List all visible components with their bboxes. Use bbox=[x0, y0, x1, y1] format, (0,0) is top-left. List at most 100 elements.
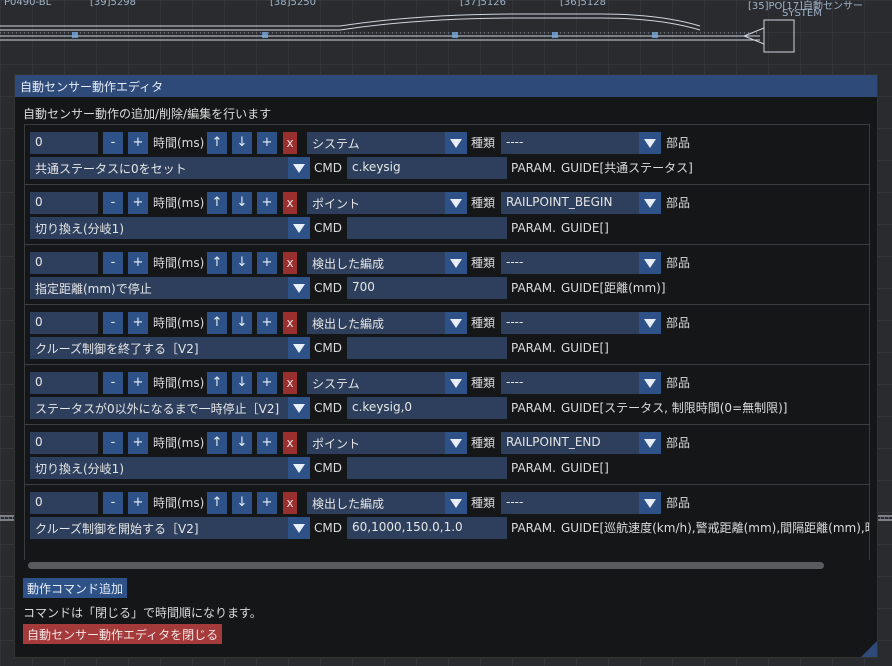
action-select[interactable]: クルーズ制御を開始する［V2] bbox=[30, 517, 310, 539]
insert-row-button[interactable]: + bbox=[257, 192, 277, 214]
delete-row-button[interactable]: x bbox=[283, 252, 297, 274]
move-up-button[interactable]: ↑ bbox=[207, 432, 227, 454]
scrollbar-thumb[interactable] bbox=[28, 562, 824, 569]
part-select[interactable]: RAILPOINT_END bbox=[501, 432, 661, 454]
delete-row-button[interactable]: x bbox=[283, 132, 297, 154]
time-input[interactable]: 0 bbox=[30, 312, 98, 334]
time-increment-button[interactable]: + bbox=[128, 192, 148, 214]
action-select[interactable]: 指定距離(mm)で停止 bbox=[30, 277, 310, 299]
insert-row-button[interactable]: + bbox=[257, 252, 277, 274]
insert-row-button[interactable]: + bbox=[257, 312, 277, 334]
category-select[interactable]: ポイント bbox=[307, 192, 467, 214]
param-label: PARAM. bbox=[511, 461, 556, 475]
move-down-button[interactable]: ↓ bbox=[232, 372, 252, 394]
action-list[interactable]: 0 - + 時間(ms) ↑ ↓ + x システム 種類 ---- 部品 共通ス… bbox=[24, 124, 870, 572]
chevron-down-icon bbox=[288, 337, 310, 359]
time-decrement-button[interactable]: - bbox=[103, 312, 123, 334]
time-decrement-button[interactable]: - bbox=[103, 192, 123, 214]
category-select[interactable]: ポイント bbox=[307, 432, 467, 454]
cmd-input[interactable]: c.keysig bbox=[347, 157, 507, 179]
move-down-button[interactable]: ↓ bbox=[232, 432, 252, 454]
part-select[interactable]: ---- bbox=[501, 372, 661, 394]
move-down-button[interactable]: ↓ bbox=[232, 492, 252, 514]
move-up-button[interactable]: ↑ bbox=[207, 252, 227, 274]
action-select[interactable]: 切り換え(分岐1) bbox=[30, 217, 310, 239]
move-down-button[interactable]: ↓ bbox=[232, 192, 252, 214]
time-increment-button[interactable]: + bbox=[128, 372, 148, 394]
param-guide: GUIDE[] bbox=[561, 461, 609, 475]
param-label: PARAM. bbox=[511, 281, 556, 295]
time-increment-button[interactable]: + bbox=[128, 312, 148, 334]
part-value: RAILPOINT_BEGIN bbox=[506, 195, 613, 209]
category-select[interactable]: システム bbox=[307, 372, 467, 394]
time-input[interactable]: 0 bbox=[30, 432, 98, 454]
window-title[interactable]: 自動センサー動作エディタ bbox=[15, 75, 877, 97]
part-value: ---- bbox=[506, 135, 524, 149]
insert-row-button[interactable]: + bbox=[257, 132, 277, 154]
param-guide: GUIDE[距離(mm)] bbox=[561, 281, 666, 295]
time-label: 時間(ms) bbox=[153, 376, 205, 390]
part-select[interactable]: ---- bbox=[501, 492, 661, 514]
part-select[interactable]: RAILPOINT_BEGIN bbox=[501, 192, 661, 214]
time-decrement-button[interactable]: - bbox=[103, 372, 123, 394]
time-label: 時間(ms) bbox=[153, 256, 205, 270]
action-select[interactable]: ステータスが0以外になるまで一時停止［V2] bbox=[30, 397, 310, 419]
time-input[interactable]: 0 bbox=[30, 192, 98, 214]
category-value: システム bbox=[312, 137, 360, 151]
chevron-down-icon bbox=[639, 192, 661, 214]
move-up-button[interactable]: ↑ bbox=[207, 492, 227, 514]
insert-row-button[interactable]: + bbox=[257, 372, 277, 394]
cmd-input[interactable]: c.keysig,0 bbox=[347, 397, 507, 419]
category-select[interactable]: 検出した編成 bbox=[307, 312, 467, 334]
delete-row-button[interactable]: x bbox=[283, 372, 297, 394]
category-select[interactable]: 検出した編成 bbox=[307, 252, 467, 274]
time-input[interactable]: 0 bbox=[30, 252, 98, 274]
time-input[interactable]: 0 bbox=[30, 372, 98, 394]
insert-row-button[interactable]: + bbox=[257, 492, 277, 514]
time-increment-button[interactable]: + bbox=[128, 132, 148, 154]
horizontal-scrollbar[interactable] bbox=[24, 560, 870, 572]
sensor-action-editor-window: 自動センサー動作エディタ 自動センサー動作の追加/削除/編集を行います 0 - … bbox=[14, 74, 878, 658]
cmd-input[interactable] bbox=[347, 337, 507, 359]
action-select[interactable]: クルーズ制御を終了する［V2] bbox=[30, 337, 310, 359]
cmd-input[interactable]: 60,1000,150.0,1.0 bbox=[347, 517, 507, 539]
delete-row-button[interactable]: x bbox=[283, 312, 297, 334]
time-decrement-button[interactable]: - bbox=[103, 492, 123, 514]
close-editor-button[interactable]: 自動センサー動作エディタを閉じる bbox=[23, 624, 223, 644]
move-up-button[interactable]: ↑ bbox=[207, 192, 227, 214]
add-action-command-button[interactable]: 動作コマンド追加 bbox=[23, 578, 128, 598]
move-up-button[interactable]: ↑ bbox=[207, 312, 227, 334]
kind-label: 種類 bbox=[471, 136, 496, 150]
time-increment-button[interactable]: + bbox=[128, 492, 148, 514]
cmd-input[interactable] bbox=[347, 217, 507, 239]
move-down-button[interactable]: ↓ bbox=[232, 252, 252, 274]
time-decrement-button[interactable]: - bbox=[103, 432, 123, 454]
delete-row-button[interactable]: x bbox=[283, 432, 297, 454]
delete-row-button[interactable]: x bbox=[283, 192, 297, 214]
resize-grip[interactable] bbox=[861, 641, 877, 657]
action-select[interactable]: 共通ステータスに0をセット bbox=[30, 157, 310, 179]
category-value: ポイント bbox=[312, 437, 361, 451]
category-select[interactable]: システム bbox=[307, 132, 467, 154]
cmd-input[interactable] bbox=[347, 457, 507, 479]
move-up-button[interactable]: ↑ bbox=[207, 132, 227, 154]
time-input[interactable]: 0 bbox=[30, 492, 98, 514]
time-input[interactable]: 0 bbox=[30, 132, 98, 154]
part-select[interactable]: ---- bbox=[501, 132, 661, 154]
action-entry: 0 - + 時間(ms) ↑ ↓ + x 検出した編成 種類 ---- 部品 指… bbox=[25, 245, 869, 305]
cmd-input[interactable]: 700 bbox=[347, 277, 507, 299]
move-up-button[interactable]: ↑ bbox=[207, 372, 227, 394]
move-down-button[interactable]: ↓ bbox=[232, 132, 252, 154]
time-increment-button[interactable]: + bbox=[128, 252, 148, 274]
category-select[interactable]: 検出した編成 bbox=[307, 492, 467, 514]
move-down-button[interactable]: ↓ bbox=[232, 312, 252, 334]
part-select[interactable]: ---- bbox=[501, 312, 661, 334]
cmd-label: CMD bbox=[314, 461, 342, 475]
part-select[interactable]: ---- bbox=[501, 252, 661, 274]
action-select[interactable]: 切り換え(分岐1) bbox=[30, 457, 310, 479]
time-increment-button[interactable]: + bbox=[128, 432, 148, 454]
time-decrement-button[interactable]: - bbox=[103, 252, 123, 274]
delete-row-button[interactable]: x bbox=[283, 492, 297, 514]
insert-row-button[interactable]: + bbox=[257, 432, 277, 454]
time-decrement-button[interactable]: - bbox=[103, 132, 123, 154]
